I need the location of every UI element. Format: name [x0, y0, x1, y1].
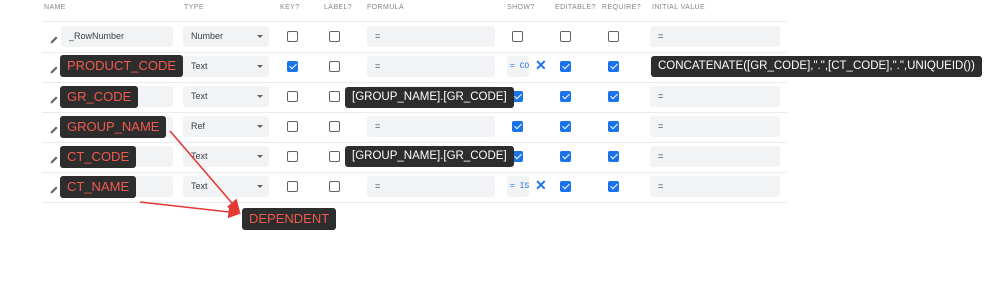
arrow-ct-name-to-dependent: [139, 201, 242, 219]
annotation-arrows: [139, 130, 242, 219]
arrow-group-name-to-dependent: [169, 130, 241, 213]
